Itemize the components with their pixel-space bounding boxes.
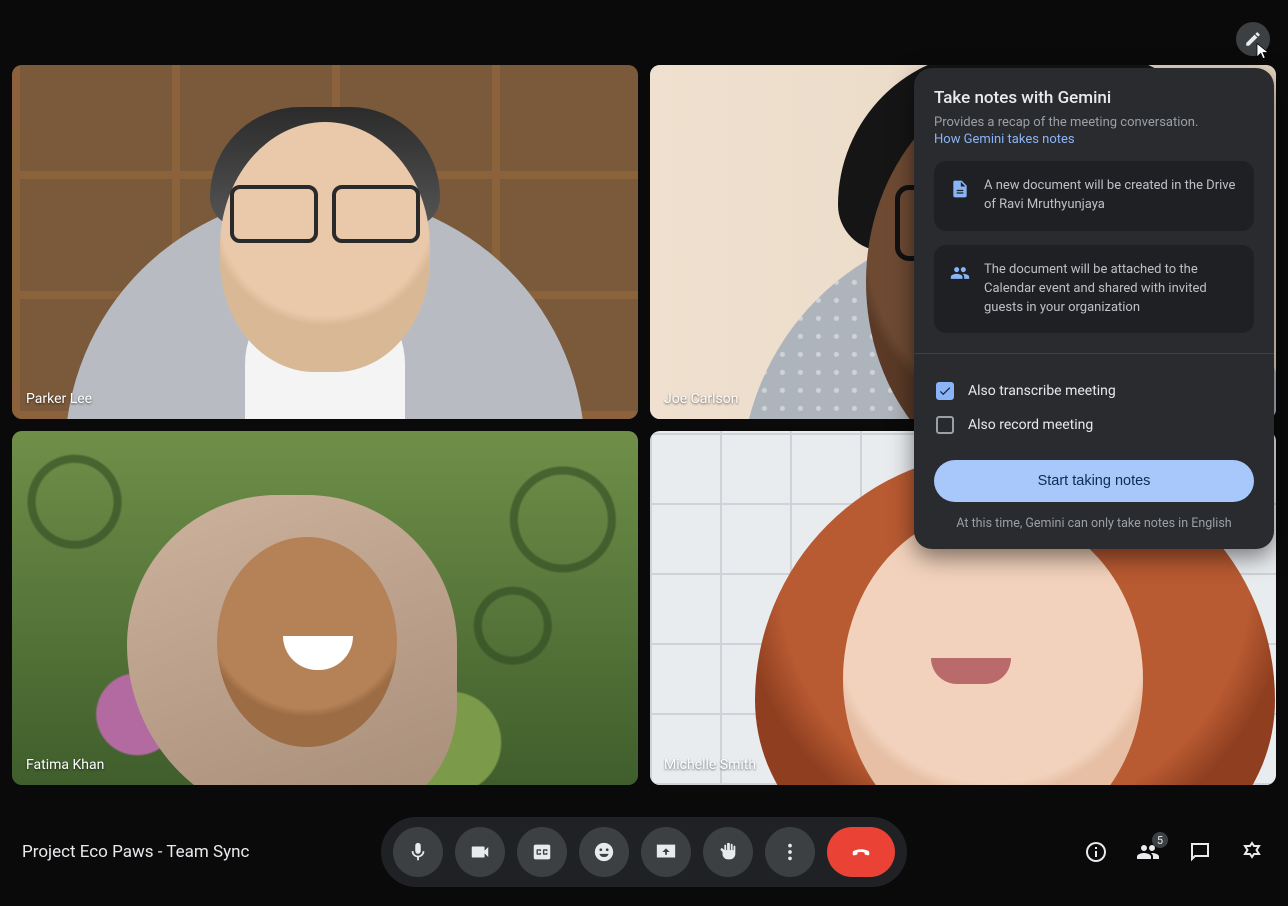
chat-icon <box>1188 840 1212 864</box>
participant-name: Michelle Smith <box>664 757 756 773</box>
more-icon <box>779 841 801 863</box>
activities-button[interactable] <box>1240 840 1264 864</box>
meeting-name: Project Eco Paws - Team Sync <box>22 842 249 862</box>
mic-button[interactable] <box>393 827 443 877</box>
panel-footnote: At this time, Gemini can only take notes… <box>934 516 1254 531</box>
right-icon-bar: 5 <box>1084 840 1264 864</box>
participant-name: Joe Carlson <box>664 391 738 407</box>
transcribe-checkbox-row[interactable]: Also transcribe meeting <box>934 374 1254 408</box>
bottom-bar: Project Eco Paws - Team Sync 5 <box>0 798 1288 906</box>
checkbox-label: Also record meeting <box>968 417 1093 433</box>
end-call-icon <box>850 841 872 863</box>
checkbox-label: Also transcribe meeting <box>968 383 1116 399</box>
emoji-button[interactable] <box>579 827 629 877</box>
raise-hand-button[interactable] <box>703 827 753 877</box>
activities-icon <box>1240 840 1264 864</box>
chat-button[interactable] <box>1188 840 1212 864</box>
participant-name: Fatima Khan <box>26 757 104 773</box>
mouse-cursor <box>1254 42 1272 64</box>
captions-icon <box>531 841 553 863</box>
meeting-info-button[interactable] <box>1084 840 1108 864</box>
emoji-icon <box>593 841 615 863</box>
present-button[interactable] <box>641 827 691 877</box>
info-card-text: A new document will be created in the Dr… <box>984 177 1238 215</box>
info-card-drive: A new document will be created in the Dr… <box>934 161 1254 231</box>
more-options-button[interactable] <box>765 827 815 877</box>
info-card-calendar: The document will be attached to the Cal… <box>934 245 1254 334</box>
participant-name: Parker Lee <box>26 391 92 407</box>
end-call-button[interactable] <box>827 827 895 877</box>
info-card-text: The document will be attached to the Cal… <box>984 261 1238 318</box>
participant-tile[interactable]: Parker Lee <box>12 65 638 419</box>
people-button[interactable]: 5 <box>1136 840 1160 864</box>
camera-icon <box>469 841 491 863</box>
panel-subtitle: Provides a recap of the meeting conversa… <box>934 114 1254 132</box>
participant-video <box>12 431 638 785</box>
mic-icon <box>407 841 429 863</box>
people-share-icon <box>950 263 970 287</box>
checkbox-checked[interactable] <box>936 382 954 400</box>
start-taking-notes-button[interactable]: Start taking notes <box>934 460 1254 502</box>
participant-tile[interactable]: Fatima Khan <box>12 431 638 785</box>
how-gemini-link[interactable]: How Gemini takes notes <box>934 132 1254 147</box>
camera-button[interactable] <box>455 827 505 877</box>
divider <box>914 353 1274 354</box>
raise-hand-icon <box>717 841 739 863</box>
present-icon <box>655 841 677 863</box>
record-checkbox-row[interactable]: Also record meeting <box>934 408 1254 442</box>
participant-video <box>12 65 638 419</box>
document-icon <box>950 179 970 203</box>
participant-count-badge: 5 <box>1152 832 1168 848</box>
call-controls <box>381 817 907 887</box>
checkbox-unchecked[interactable] <box>936 416 954 434</box>
panel-title: Take notes with Gemini <box>934 88 1254 108</box>
captions-button[interactable] <box>517 827 567 877</box>
info-icon <box>1084 840 1108 864</box>
gemini-notes-panel: Take notes with Gemini Provides a recap … <box>914 68 1274 549</box>
